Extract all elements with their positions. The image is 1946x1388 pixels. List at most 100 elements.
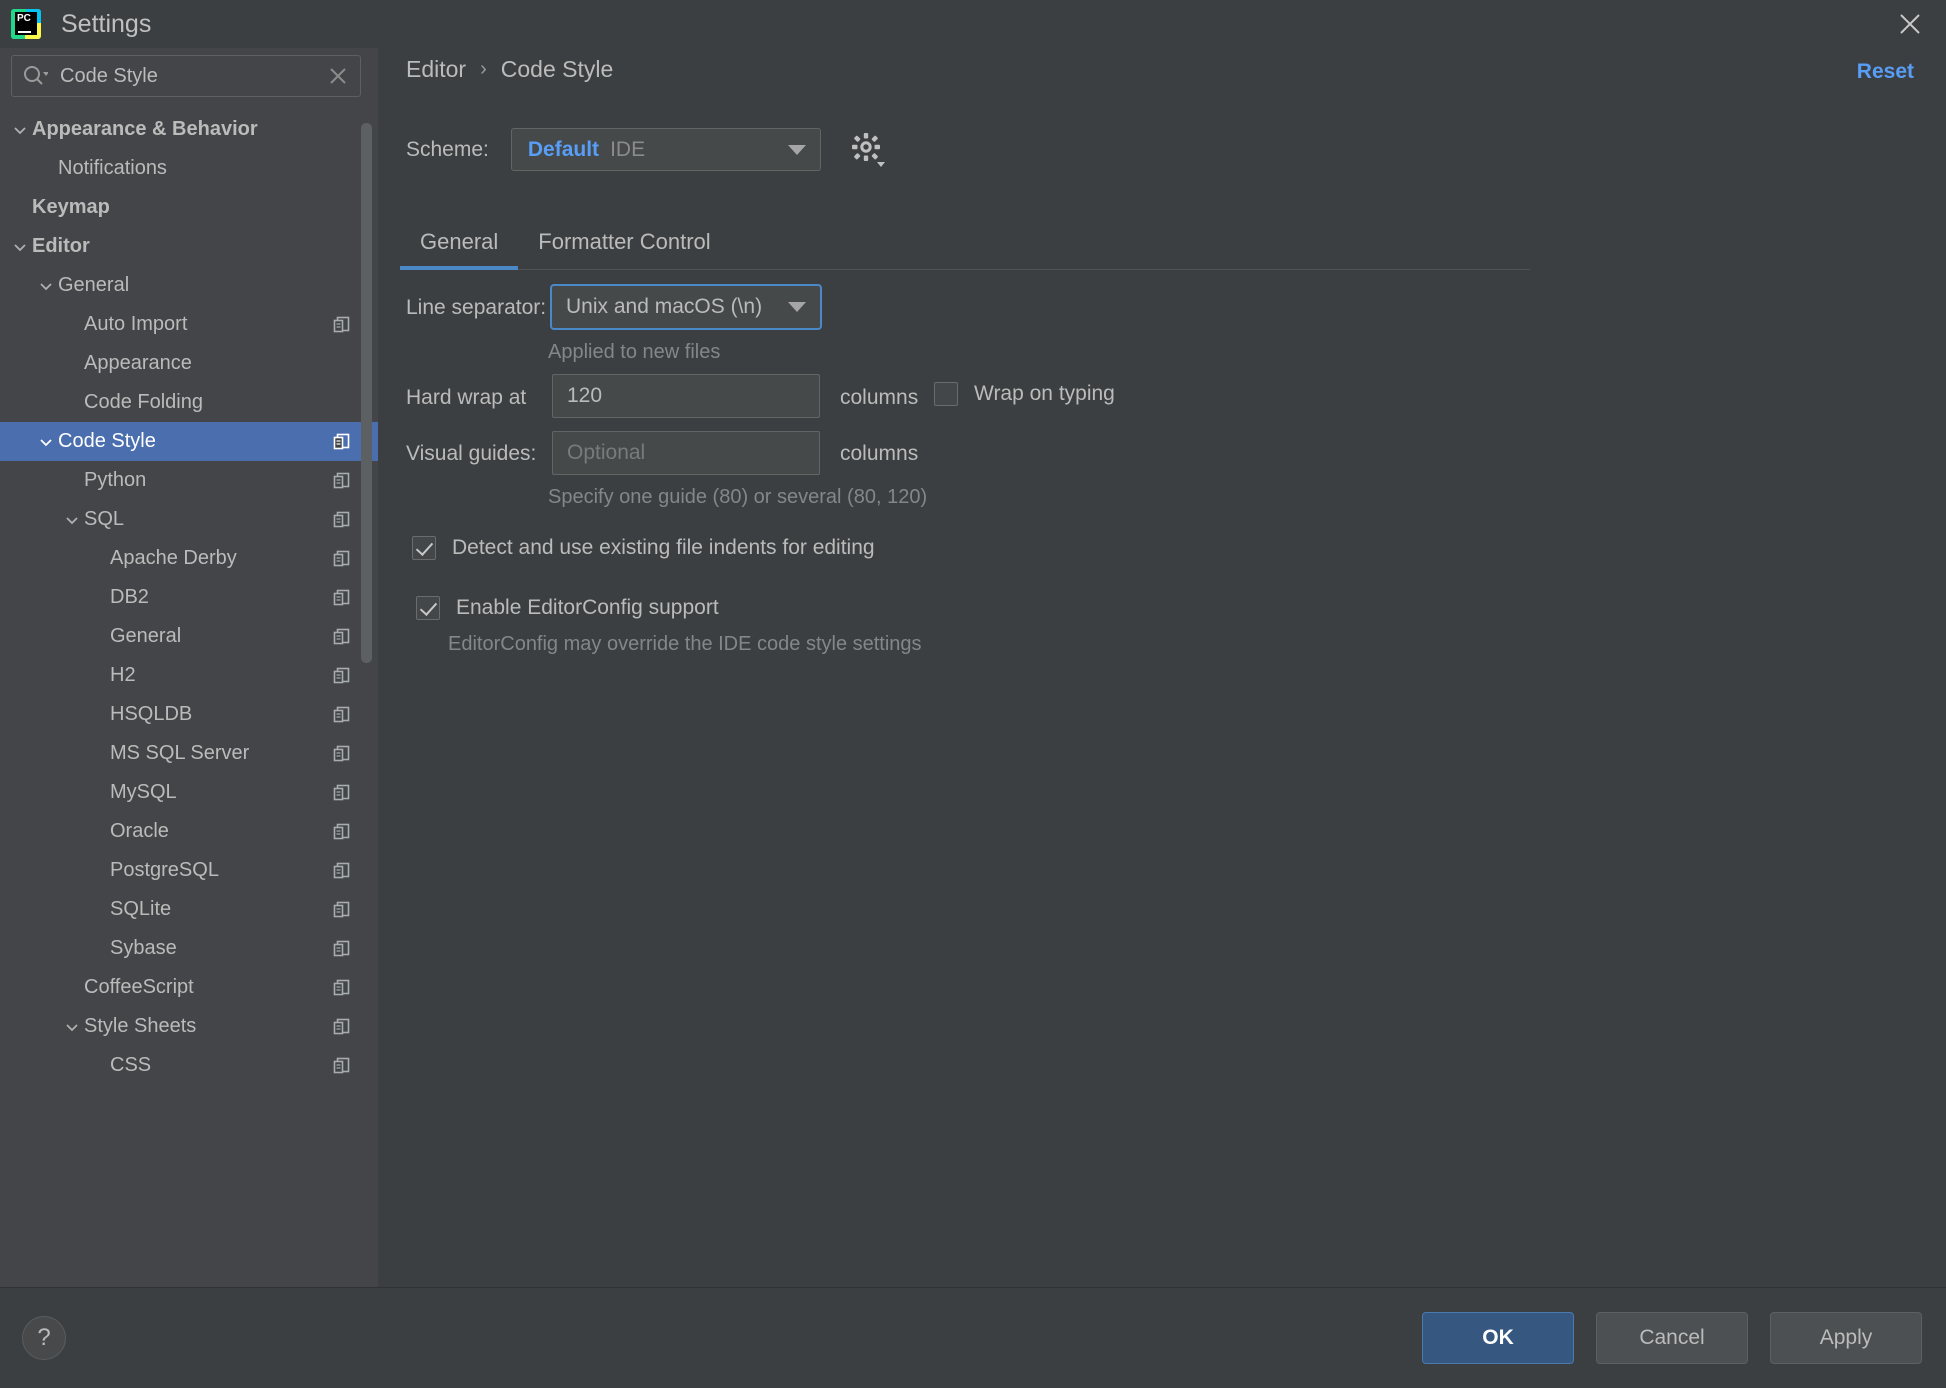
line-separator-label: Line separator: <box>406 296 547 319</box>
sidebar-item-postgresql[interactable]: PostgreSQL <box>0 851 378 890</box>
scheme-label: Scheme: <box>406 137 489 161</box>
sidebar-item-label: General <box>58 274 130 296</box>
copy-icon[interactable] <box>332 315 352 335</box>
sidebar-item-css[interactable]: CSS <box>0 1046 378 1085</box>
breadcrumb-root[interactable]: Editor <box>406 56 466 83</box>
copy-icon[interactable] <box>332 510 352 530</box>
settings-tabs: General Formatter Control <box>400 218 1530 270</box>
reset-link[interactable]: Reset <box>1857 60 1914 84</box>
tab-formatter-control[interactable]: Formatter Control <box>518 229 730 269</box>
search-field-wrapper[interactable] <box>11 55 361 97</box>
settings-sidebar: Appearance & Behavior Notifications Keymap… <box>0 48 378 1287</box>
scheme-dropdown[interactable]: Default IDE <box>510 128 821 171</box>
chevron-down-icon[interactable] <box>8 122 32 138</box>
sidebar-item-keymap[interactable]: Keymap <box>0 188 378 227</box>
chevron-down-icon[interactable] <box>60 512 84 528</box>
clear-icon[interactable] <box>328 66 348 86</box>
hard-wrap-input[interactable] <box>552 374 820 418</box>
sidebar-item-mysql[interactable]: MySQL <box>0 773 378 812</box>
visual-guides-unit: columns <box>840 442 919 465</box>
copy-icon[interactable] <box>332 705 352 725</box>
copy-icon[interactable] <box>332 822 352 842</box>
cancel-button[interactable]: Cancel <box>1596 1312 1748 1364</box>
chevron-down-icon[interactable] <box>60 1019 84 1035</box>
copy-icon[interactable] <box>332 744 352 764</box>
sidebar-item-code-style[interactable]: Code Style <box>0 422 378 461</box>
chevron-down-icon[interactable] <box>8 239 32 255</box>
window-title: Settings <box>61 9 152 38</box>
checkbox-box <box>934 382 958 406</box>
hard-wrap-label: Hard wrap at <box>406 386 527 409</box>
sidebar-item-editor[interactable]: Editor <box>0 227 378 266</box>
copy-icon[interactable] <box>332 900 352 920</box>
dialog-buttons: OK Cancel Apply <box>1422 1312 1922 1364</box>
sidebar-item-appearance[interactable]: Appearance <box>0 344 378 383</box>
sidebar-item-general[interactable]: General <box>0 266 378 305</box>
copy-icon[interactable] <box>332 783 352 803</box>
search-input[interactable] <box>60 64 328 88</box>
sidebar-item-label: Appearance & Behavior <box>32 118 258 140</box>
sidebar-item-sybase[interactable]: Sybase <box>0 929 378 968</box>
hard-wrap-unit: columns <box>840 386 919 409</box>
chevron-down-icon[interactable] <box>34 434 58 450</box>
sidebar-item-sql[interactable]: SQL <box>0 500 378 539</box>
help-icon[interactable]: ? <box>22 1316 66 1360</box>
editorconfig-label: Enable EditorConfig support <box>456 596 719 619</box>
sidebar-item-label: Editor <box>32 235 90 257</box>
sidebar-item-db2[interactable]: DB2 <box>0 578 378 617</box>
copy-icon[interactable] <box>332 432 352 452</box>
pycharm-logo-icon: PC <box>11 9 41 39</box>
apply-button[interactable]: Apply <box>1770 1312 1922 1364</box>
tab-general[interactable]: General <box>400 229 519 270</box>
visual-guides-input[interactable] <box>552 431 820 475</box>
detect-indents-checkbox[interactable]: Detect and use existing file indents for… <box>412 536 875 560</box>
chevron-down-icon[interactable] <box>34 278 58 294</box>
copy-icon[interactable] <box>332 471 352 491</box>
close-icon[interactable] <box>1874 0 1946 48</box>
ok-button[interactable]: OK <box>1422 1312 1574 1364</box>
scheme-row: Scheme: Default IDE <box>406 128 885 171</box>
settings-dialog: PC Settings Code Style Appearance & Beha… <box>0 0 1946 1388</box>
sidebar-item-apache-derby[interactable]: Apache Derby <box>0 539 378 578</box>
settings-tree[interactable]: Appearance & Behavior Notifications Keymap… <box>0 110 378 1287</box>
chevron-down-icon <box>787 144 806 155</box>
copy-icon[interactable] <box>332 588 352 608</box>
sidebar-item-hsqldb[interactable]: HSQLDB <box>0 695 378 734</box>
sidebar-item-general[interactable]: General <box>0 617 378 656</box>
sidebar-item-notifications[interactable]: Notifications <box>0 149 378 188</box>
search-icon <box>22 65 48 87</box>
sidebar-item-h2[interactable]: H2 <box>0 656 378 695</box>
copy-icon[interactable] <box>332 939 352 959</box>
dialog-footer: ? OK Cancel Apply <box>0 1287 1946 1388</box>
line-separator-hint: Applied to new files <box>548 341 721 363</box>
copy-icon[interactable] <box>332 978 352 998</box>
editorconfig-hint: EditorConfig may override the IDE code s… <box>448 633 922 655</box>
copy-icon[interactable] <box>332 861 352 881</box>
editorconfig-checkbox[interactable]: Enable EditorConfig support <box>416 596 719 620</box>
line-separator-dropdown[interactable]: Unix and macOS (\n) <box>550 284 822 330</box>
sidebar-scrollbar[interactable] <box>361 123 372 663</box>
sidebar-item-code-folding[interactable]: Code Folding <box>0 383 378 422</box>
copy-icon[interactable] <box>332 666 352 686</box>
sidebar-item-coffeescript[interactable]: CoffeeScript <box>0 968 378 1007</box>
sidebar-item-python[interactable]: Python <box>0 461 378 500</box>
title-bar: PC Settings <box>0 0 1946 48</box>
scheme-kind: IDE <box>610 137 646 161</box>
sidebar-item-appearance-behavior[interactable]: Appearance & Behavior <box>0 110 378 149</box>
sidebar-item-ms-sql-server[interactable]: MS SQL Server <box>0 734 378 773</box>
sidebar-item-label: Appearance <box>84 352 192 374</box>
sidebar-item-auto-import[interactable]: Auto Import <box>0 305 378 344</box>
sidebar-item-label: Code Style <box>58 430 156 452</box>
copy-icon[interactable] <box>332 1056 352 1076</box>
gear-icon[interactable] <box>851 132 885 168</box>
wrap-on-typing-label: Wrap on typing <box>974 382 1115 405</box>
sidebar-item-style-sheets[interactable]: Style Sheets <box>0 1007 378 1046</box>
copy-icon[interactable] <box>332 549 352 569</box>
breadcrumb-separator-icon: › <box>480 58 487 80</box>
copy-icon[interactable] <box>332 1017 352 1037</box>
sidebar-item-label: Notifications <box>58 157 167 179</box>
sidebar-item-sqlite[interactable]: SQLite <box>0 890 378 929</box>
copy-icon[interactable] <box>332 627 352 647</box>
wrap-on-typing-checkbox[interactable]: Wrap on typing <box>934 382 1115 406</box>
sidebar-item-oracle[interactable]: Oracle <box>0 812 378 851</box>
